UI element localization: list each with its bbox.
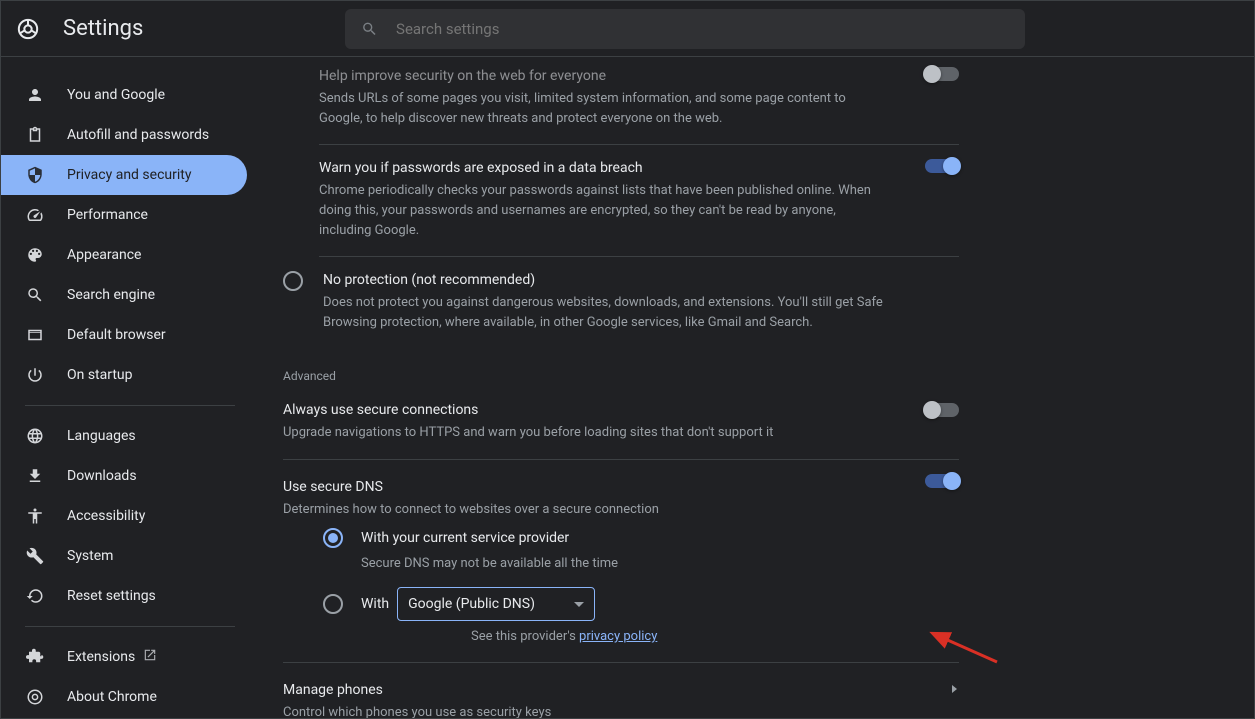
chrome-logo-icon	[17, 18, 39, 40]
shield-icon	[25, 165, 45, 185]
dns-with-provider-radio[interactable]	[323, 594, 343, 614]
sidebar-item-languages[interactable]: Languages	[1, 416, 259, 456]
accessibility-icon	[25, 506, 45, 526]
setting-description: Control which phones you use as security…	[283, 703, 959, 718]
dns-option-with-provider[interactable]: With Google (Public DNS)	[323, 587, 959, 621]
top-bar: Settings	[1, 1, 1254, 57]
search-box[interactable]	[345, 9, 1025, 49]
search-icon	[361, 20, 378, 38]
search-input[interactable]	[396, 20, 1009, 38]
chevron-right-icon	[952, 685, 957, 693]
setting-description: Determines how to connect to websites ov…	[283, 500, 889, 520]
clipboard-icon	[25, 125, 45, 145]
sidebar-item-system[interactable]: System	[1, 536, 259, 576]
sidebar-item-performance[interactable]: Performance	[1, 195, 259, 235]
sidebar-item-search-engine[interactable]: Search engine	[1, 275, 259, 315]
dns-provider-select[interactable]: Google (Public DNS)	[397, 587, 595, 621]
speedometer-icon	[25, 205, 45, 225]
sidebar-divider	[25, 405, 235, 406]
sidebar-item-label: Autofill and passwords	[67, 127, 209, 143]
secure-dns-options: With your current service provider Secur…	[283, 520, 959, 644]
password-breach-toggle[interactable]	[925, 159, 959, 173]
setting-title: Warn you if passwords are exposed in a d…	[319, 157, 889, 179]
sidebar-item-downloads[interactable]: Downloads	[1, 456, 259, 496]
setting-description: Chrome periodically checks your password…	[319, 181, 889, 241]
sidebar-item-label: System	[67, 548, 113, 564]
sidebar-item-label: Accessibility	[67, 508, 145, 524]
sidebar-item-label: Languages	[67, 428, 136, 444]
setting-title: Help improve security on the web for eve…	[319, 65, 889, 87]
sidebar-item-reset[interactable]: Reset settings	[1, 576, 259, 616]
restore-icon	[25, 586, 45, 606]
sidebar-item-appearance[interactable]: Appearance	[1, 235, 259, 275]
no-protection-radio[interactable]	[283, 271, 303, 291]
sidebar-item-label: About Chrome	[67, 689, 157, 705]
sidebar-item-default-browser[interactable]: Default browser	[1, 315, 259, 355]
sidebar-item-you-and-google[interactable]: You and Google	[1, 75, 259, 115]
sidebar-item-label: Downloads	[67, 468, 137, 484]
dns-option-sublabel: Secure DNS may not be available all the …	[361, 556, 959, 571]
person-icon	[25, 85, 45, 105]
dns-provider-value: Google (Public DNS)	[408, 596, 535, 612]
sidebar-item-label: Performance	[67, 207, 148, 223]
dns-option-label: With	[361, 596, 389, 612]
setting-title: Use secure DNS	[283, 476, 889, 498]
section-label-advanced: Advanced	[283, 349, 959, 389]
power-icon	[25, 365, 45, 385]
setting-no-protection[interactable]: No protection (not recommended) Does not…	[283, 257, 959, 349]
sidebar-item-label: Privacy and security	[67, 167, 191, 183]
setting-password-breach-warning: Warn you if passwords are exposed in a d…	[283, 145, 959, 257]
setting-title: No protection (not recommended)	[323, 269, 889, 291]
sidebar-item-autofill[interactable]: Autofill and passwords	[1, 115, 259, 155]
globe-icon	[25, 426, 45, 446]
always-https-toggle[interactable]	[925, 403, 959, 417]
setting-manage-phones[interactable]: Manage phones Control which phones you u…	[283, 663, 959, 718]
dns-option-label: With your current service provider	[361, 530, 569, 546]
privacy-policy-link[interactable]: privacy policy	[579, 629, 657, 644]
sidebar-item-label: Default browser	[67, 327, 166, 343]
sidebar-divider	[25, 626, 235, 627]
setting-title: Always use secure connections	[283, 399, 889, 421]
sidebar-item-label: On startup	[67, 367, 133, 383]
dns-provider-policy-line: See this provider's privacy policy	[471, 629, 959, 644]
sidebar-item-extensions[interactable]: Extensions	[1, 637, 259, 677]
setting-description: Upgrade navigations to HTTPS and warn yo…	[283, 423, 889, 443]
sidebar-item-label: Appearance	[67, 247, 141, 263]
download-icon	[25, 466, 45, 486]
sidebar-item-privacy[interactable]: Privacy and security	[1, 155, 247, 195]
setting-always-secure-connections: Always use secure connections Upgrade na…	[283, 389, 959, 459]
setting-secure-dns: Use secure DNS Determines how to connect…	[283, 460, 959, 520]
chrome-icon	[25, 687, 45, 707]
secure-dns-toggle[interactable]	[925, 474, 959, 488]
setting-description: Sends URLs of some pages you visit, limi…	[319, 89, 889, 129]
sidebar-item-label: Extensions	[67, 649, 135, 665]
browser-icon	[25, 325, 45, 345]
external-link-icon	[143, 648, 157, 666]
page-title: Settings	[63, 16, 143, 41]
palette-icon	[25, 245, 45, 265]
dns-option-current-provider[interactable]: With your current service provider	[323, 528, 959, 548]
sidebar-item-accessibility[interactable]: Accessibility	[1, 496, 259, 536]
help-improve-toggle[interactable]	[925, 67, 959, 81]
sidebar-item-label: You and Google	[67, 87, 165, 103]
extension-icon	[25, 647, 45, 667]
content-area: Help improve security on the web for eve…	[259, 57, 1254, 718]
wrench-icon	[25, 546, 45, 566]
setting-description: Does not protect you against dangerous w…	[323, 293, 889, 333]
dns-current-provider-radio[interactable]	[323, 528, 343, 548]
sidebar-item-on-startup[interactable]: On startup	[1, 355, 259, 395]
setting-title: Manage phones	[283, 679, 959, 701]
setting-help-improve-security: Help improve security on the web for eve…	[283, 57, 959, 145]
policy-prefix: See this provider's	[471, 629, 579, 644]
sidebar-item-about[interactable]: About Chrome	[1, 677, 259, 717]
sidebar: You and Google Autofill and passwords Pr…	[1, 57, 259, 718]
chevron-down-icon	[574, 602, 584, 607]
sidebar-item-label: Reset settings	[67, 588, 156, 604]
sidebar-item-label: Search engine	[67, 287, 155, 303]
search-icon	[25, 285, 45, 305]
